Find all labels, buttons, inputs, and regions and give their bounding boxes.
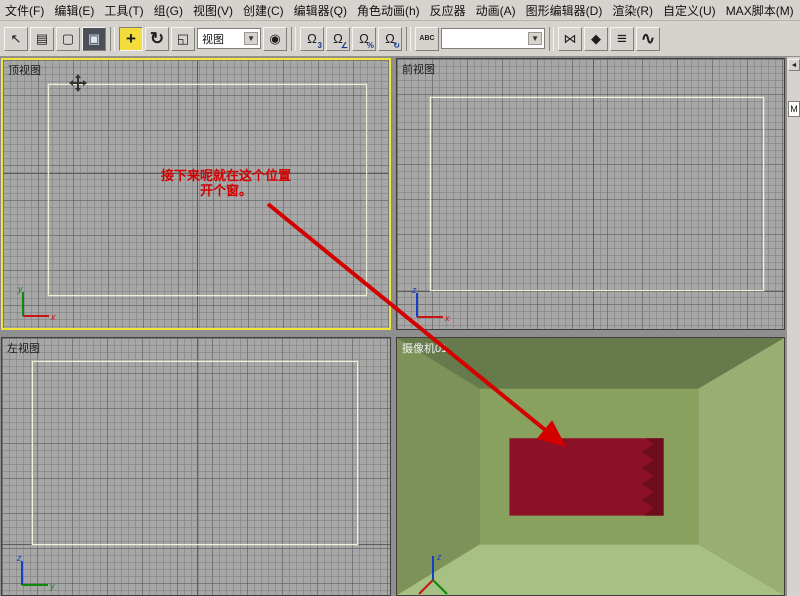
viewport-camera[interactable]: 摄像机01 z bbox=[396, 337, 785, 596]
select-by-name-icon: ▤ bbox=[36, 32, 48, 45]
spinner-snap-toggle-button[interactable]: Ω ↻ bbox=[378, 27, 402, 51]
svg-text:x: x bbox=[50, 312, 56, 322]
menu-item-maxscript[interactable]: MAX脚本(M) bbox=[721, 0, 799, 21]
snap-magnet-icon: Ω bbox=[307, 32, 317, 45]
snap-toggle-3d-button[interactable]: Ω 3 bbox=[300, 27, 324, 51]
menu-item-character-animation[interactable]: 角色动画(h) bbox=[352, 0, 425, 21]
menu-bar: 文件(F) 编辑(E) 工具(T) 组(G) 视图(V) 创建(C) 编辑器(Q… bbox=[0, 0, 800, 21]
menu-item-reactor[interactable]: 反应器 bbox=[425, 0, 471, 21]
pan-cursor-icon bbox=[69, 74, 87, 92]
rotate-icon: ↻ bbox=[150, 30, 164, 47]
menu-item-animation[interactable]: 动画(A) bbox=[471, 0, 521, 21]
viewport-left[interactable]: 左视图 z y bbox=[1, 337, 391, 596]
move-icon: + bbox=[126, 30, 136, 47]
annotation-note: 接下来呢就在这个位置 开个窗。 bbox=[128, 168, 324, 198]
menu-item-customize[interactable]: 自定义(U) bbox=[658, 0, 721, 21]
select-tool-button[interactable]: ↖ bbox=[4, 27, 28, 51]
annotation-line2: 开个窗。 bbox=[128, 183, 324, 198]
align-icon: ◆ bbox=[591, 32, 601, 45]
named-selection-sets-dropdown[interactable]: ▼ bbox=[441, 28, 545, 49]
selection-region-icon: ▢ bbox=[62, 32, 74, 45]
abc-icon: ABC bbox=[419, 35, 434, 42]
select-by-name-button[interactable]: ▤ bbox=[30, 27, 54, 51]
menu-item-views[interactable]: 视图(V) bbox=[188, 0, 238, 21]
3dsmax-window: 文件(F) 编辑(E) 工具(T) 组(G) 视图(V) 创建(C) 编辑器(Q… bbox=[0, 0, 800, 596]
command-panel-tab-m[interactable]: M bbox=[788, 101, 800, 117]
layers-icon: ≡ bbox=[617, 30, 627, 47]
axis-tripod-front: z x bbox=[409, 285, 451, 323]
menu-item-edit[interactable]: 编辑(E) bbox=[49, 0, 99, 21]
annotation-line1: 接下来呢就在这个位置 bbox=[128, 168, 324, 183]
curve-editor-icon: ∿ bbox=[641, 30, 655, 47]
toolbar-separator bbox=[406, 27, 411, 51]
align-tool-button[interactable]: ◆ bbox=[584, 27, 608, 51]
menu-item-create[interactable]: 创建(C) bbox=[238, 0, 289, 21]
use-center-flyout-button[interactable]: ◉ bbox=[263, 27, 287, 51]
menu-item-file[interactable]: 文件(F) bbox=[0, 0, 49, 21]
viewport-front[interactable]: 前视图 z x bbox=[396, 58, 785, 330]
reference-coordinate-value: 视图 bbox=[202, 31, 224, 47]
select-arrow-icon: ↖ bbox=[11, 32, 22, 45]
mirror-icon: ⋈ bbox=[564, 32, 577, 45]
command-panel-edge: ◄ M bbox=[786, 57, 800, 596]
menu-item-graph-editors[interactable]: 图形编辑器(D) bbox=[521, 0, 608, 21]
svg-text:z: z bbox=[16, 553, 22, 563]
use-center-icon: ◉ bbox=[269, 32, 280, 45]
reference-coordinate-dropdown[interactable]: 视图 ▼ bbox=[197, 28, 261, 49]
angle-snap-badge: ∠ bbox=[341, 42, 348, 50]
curve-editor-button[interactable]: ∿ bbox=[636, 27, 660, 51]
percent-snap-badge: % bbox=[367, 42, 374, 50]
spinner-snap-badge: ↻ bbox=[393, 42, 400, 50]
camera-render bbox=[397, 338, 784, 595]
svg-text:y: y bbox=[17, 284, 23, 294]
grid-origin-line-horizontal bbox=[397, 291, 784, 292]
rectangular-selection-region-button[interactable]: ▢ bbox=[56, 27, 80, 51]
axis-tripod-top: y x bbox=[15, 284, 57, 322]
scale-tool-button[interactable]: ◱ bbox=[171, 27, 195, 51]
menu-item-rendering[interactable]: 渲染(R) bbox=[607, 0, 658, 21]
svg-text:y: y bbox=[49, 581, 55, 591]
red-wall bbox=[509, 438, 663, 515]
room-wireframe-front[interactable] bbox=[430, 97, 764, 291]
chevron-down-icon: ▼ bbox=[244, 32, 258, 45]
percent-snap-toggle-button[interactable]: Ω % bbox=[352, 27, 376, 51]
menu-item-group[interactable]: 组(G) bbox=[149, 0, 188, 21]
room-wireframe-left[interactable] bbox=[32, 361, 358, 545]
menu-item-modifiers[interactable]: 编辑器(Q) bbox=[289, 0, 352, 21]
panel-scroll-arrow-icon[interactable]: ◄ bbox=[788, 59, 800, 71]
toolbar-separator bbox=[291, 27, 296, 51]
edit-named-selections-button[interactable]: ABC bbox=[415, 27, 439, 51]
svg-text:z: z bbox=[436, 552, 442, 562]
svg-text:z: z bbox=[411, 285, 417, 295]
menu-item-tools[interactable]: 工具(T) bbox=[99, 0, 148, 21]
axis-tripod-camera: z bbox=[411, 550, 455, 596]
move-tool-button[interactable]: + bbox=[119, 27, 143, 51]
viewport-area: 顶视图 y x 前视图 z bbox=[0, 57, 800, 596]
chevron-down-icon: ▼ bbox=[528, 32, 542, 45]
mirror-tool-button[interactable]: ⋈ bbox=[558, 27, 582, 51]
toolbar-separator bbox=[549, 27, 554, 51]
scale-icon: ◱ bbox=[177, 32, 189, 45]
viewport-label-left[interactable]: 左视图 bbox=[7, 340, 40, 356]
viewport-label-camera[interactable]: 摄像机01 bbox=[402, 340, 447, 356]
window-crossing-toggle-button[interactable]: ▣ bbox=[82, 27, 106, 51]
viewport-label-top[interactable]: 顶视图 bbox=[8, 62, 41, 78]
svg-text:x: x bbox=[444, 313, 450, 323]
axis-tripod-left: z y bbox=[14, 553, 56, 591]
toolbar-separator bbox=[110, 27, 115, 51]
angle-snap-toggle-button[interactable]: Ω ∠ bbox=[326, 27, 350, 51]
window-crossing-icon: ▣ bbox=[88, 32, 100, 45]
viewport-label-front[interactable]: 前视图 bbox=[402, 61, 435, 77]
rotate-tool-button[interactable]: ↻ bbox=[145, 27, 169, 51]
main-toolbar: ↖ ▤ ▢ ▣ + ↻ ◱ 视图 ▼ ◉ Ω 3 bbox=[0, 21, 800, 57]
snap-3d-badge: 3 bbox=[318, 42, 322, 50]
layer-manager-button[interactable]: ≡ bbox=[610, 27, 634, 51]
